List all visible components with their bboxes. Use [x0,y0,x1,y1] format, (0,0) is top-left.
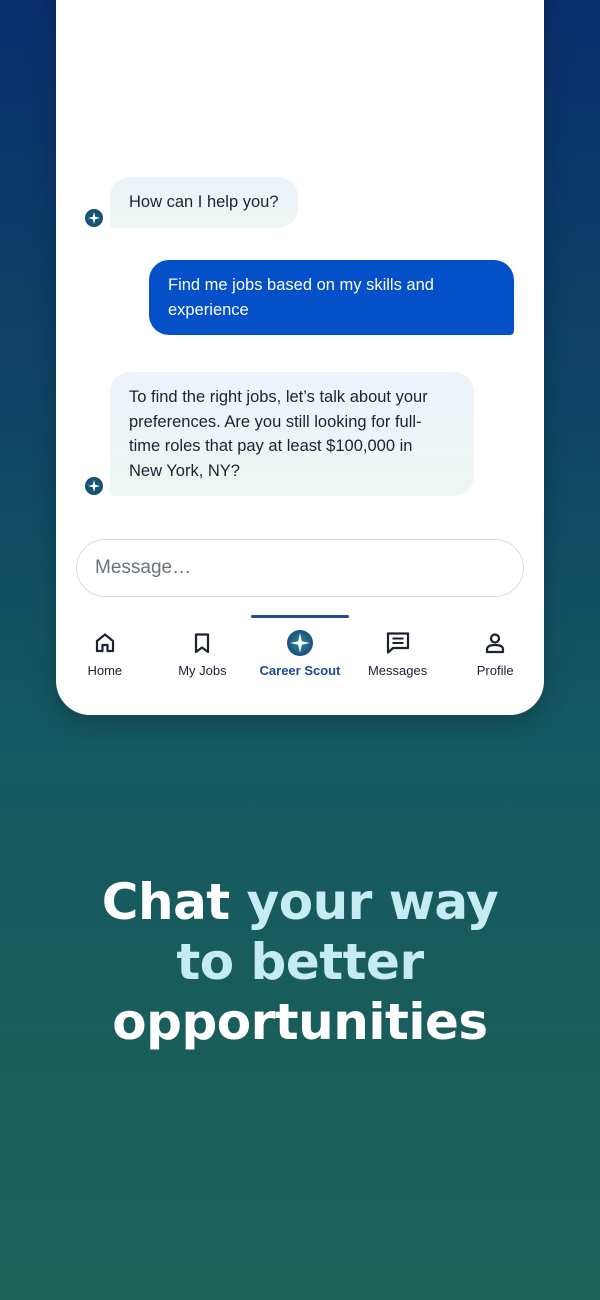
bot-reply-bubble: To find the right jobs, let’s talk about… [110,372,474,496]
headline-line-1: Chat your way [0,872,600,932]
nav-item-my-jobs[interactable]: My Jobs [154,615,252,695]
bot-reply-line: preferences. Are you still looking for f… [129,412,422,431]
bot-reply-line: time roles that pay at least $100,000 in [129,437,413,455]
marketing-headline: Chat your way to better opportunities [0,872,600,1052]
headline-highlight: your way [246,873,499,931]
person-icon [481,629,509,657]
nav-label-messages: Messages [367,663,428,678]
nav-label-my-jobs: My Jobs [178,663,227,678]
bot-reply-line: New York, NY? [129,461,240,480]
bookmark-icon [188,629,216,657]
user-message-line: experience [168,300,249,319]
nav-item-messages[interactable]: Messages [349,615,447,695]
chat-icon [384,629,412,657]
nav-label-career-scout: Career Scout [259,663,341,678]
compass-star-icon [286,629,314,657]
career-scout-avatar-icon [85,477,103,495]
message-input-placeholder: Message… [95,557,192,578]
phone-screen: How can I help you? Find me jobs based o… [56,0,544,715]
bottom-nav: Home My Jobs Career Scout Messages Profi… [56,615,544,695]
nav-item-career-scout[interactable]: Career Scout [251,615,349,695]
message-input[interactable]: Message… [76,539,524,597]
headline-line-3: opportunities [112,993,488,1051]
career-scout-avatar-icon [85,209,103,227]
nav-label-profile: Profile [476,663,514,678]
bot-greeting-text: How can I help you? [129,193,279,211]
bot-greeting-bubble: How can I help you? [110,177,298,228]
home-icon [91,629,119,657]
bot-reply-line: To find the right jobs, let’s talk about… [129,388,428,406]
headline-line-2: to better [176,933,424,991]
user-message-line: Find me jobs based on my skills and [168,276,434,294]
nav-item-profile[interactable]: Profile [446,615,544,695]
nav-item-home[interactable]: Home [56,615,154,695]
headline-part: Chat [101,873,247,931]
nav-label-home: Home [87,663,123,678]
user-message-bubble: Find me jobs based on my skills and expe… [149,260,514,335]
